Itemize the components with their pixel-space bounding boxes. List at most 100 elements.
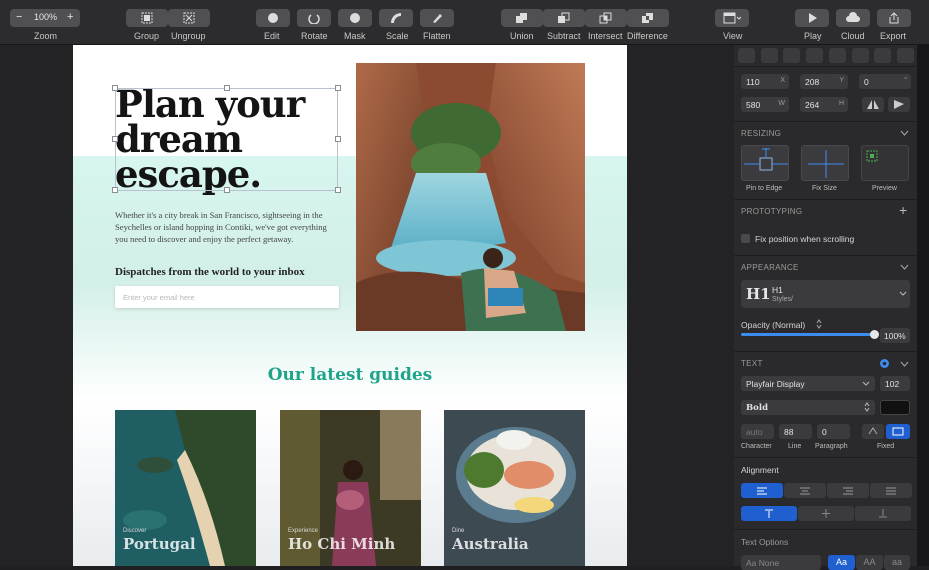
paragraph-spacing-field[interactable]: 0 xyxy=(817,424,850,439)
resize-handle[interactable] xyxy=(112,85,118,91)
mask-button[interactable] xyxy=(338,9,372,27)
case-lower-button[interactable]: aa xyxy=(884,555,910,570)
distribute-h-button[interactable] xyxy=(874,48,892,63)
height-field[interactable]: 264 H xyxy=(800,97,848,112)
decoration-select[interactable]: Aa None xyxy=(741,555,821,570)
subtract-button[interactable] xyxy=(543,9,585,27)
resize-handle[interactable] xyxy=(335,187,341,193)
chevron-down-icon[interactable] xyxy=(900,130,909,136)
pin-to-edge-label: Pin to Edge xyxy=(746,185,783,192)
font-weight-select[interactable]: Bold xyxy=(741,400,875,415)
align-text-middle-button[interactable] xyxy=(798,506,854,521)
chevron-down-icon[interactable] xyxy=(900,264,909,270)
intersect-button[interactable] xyxy=(585,9,627,27)
edit-button[interactable] xyxy=(256,9,290,27)
fixed-width-button[interactable] xyxy=(886,424,910,439)
union-button[interactable] xyxy=(501,9,543,27)
fix-size-label: Fix Size xyxy=(812,185,837,192)
paragraph-label: Paragraph xyxy=(815,443,848,450)
play-label: Play xyxy=(804,31,822,41)
align-text-left-button[interactable] xyxy=(741,483,783,498)
y-field[interactable]: 208 Y xyxy=(800,74,848,89)
hero-description[interactable]: Whether it's a city break in San Francis… xyxy=(115,209,337,245)
resize-handle[interactable] xyxy=(224,187,230,193)
align-top-button[interactable] xyxy=(806,48,824,63)
view-button[interactable] xyxy=(715,9,749,27)
hero-photo[interactable] xyxy=(356,63,585,331)
card-title: Portugal xyxy=(123,535,196,553)
union-label: Union xyxy=(510,31,534,41)
card-category: Experience xyxy=(288,528,319,534)
email-field[interactable]: Enter your email here xyxy=(115,286,339,308)
character-spacing-field[interactable]: auto xyxy=(741,424,774,439)
ungroup-button[interactable] xyxy=(168,9,210,27)
fix-scroll-checkbox[interactable] xyxy=(741,234,750,243)
align-text-center-button[interactable] xyxy=(784,483,826,498)
gear-icon[interactable] xyxy=(879,358,890,369)
guide-card[interactable]: Dine Australia xyxy=(444,410,585,566)
pin-to-edge-widget[interactable] xyxy=(741,145,789,181)
resize-handle[interactable] xyxy=(224,85,230,91)
guide-card[interactable]: Discover Portugal xyxy=(115,410,256,566)
case-none-button[interactable]: Aa xyxy=(828,555,855,570)
resize-handle[interactable] xyxy=(112,187,118,193)
export-button[interactable] xyxy=(877,9,911,27)
align-bottom-button[interactable] xyxy=(851,48,869,63)
mask-icon xyxy=(350,13,360,23)
align-text-justify-button[interactable] xyxy=(870,483,912,498)
flip-v-button[interactable] xyxy=(888,97,910,112)
resize-handle[interactable] xyxy=(112,136,118,142)
play-button[interactable] xyxy=(795,9,829,27)
selection-box[interactable] xyxy=(112,85,341,193)
scale-button[interactable] xyxy=(379,9,413,27)
vertical-alignment-group xyxy=(741,506,911,521)
cloud-button[interactable] xyxy=(836,9,870,27)
difference-button[interactable] xyxy=(627,9,669,27)
play-icon xyxy=(809,13,817,23)
opacity-slider-thumb[interactable] xyxy=(870,330,879,339)
newsletter-heading[interactable]: Dispatches from the world to your inbox xyxy=(115,266,305,278)
stepper-icon[interactable] xyxy=(816,319,822,329)
font-size-field[interactable]: 102 xyxy=(880,376,910,391)
opacity-field[interactable]: 100% xyxy=(880,328,910,343)
text-style-picker[interactable]: H1 H1 Styles/ xyxy=(741,280,910,308)
intersect-icon xyxy=(599,12,612,24)
rotate-icon xyxy=(308,14,320,24)
zoom-out-button[interactable]: − xyxy=(16,11,22,23)
rotation-field[interactable]: 0 ° xyxy=(859,74,911,89)
align-text-top-button[interactable] xyxy=(741,506,797,521)
artboard[interactable]: Plan your dream escape. Whether it's a c… xyxy=(73,45,627,566)
align-left-button[interactable] xyxy=(738,48,755,63)
guide-card[interactable]: Experience Ho Chi Minh xyxy=(280,410,421,566)
zoom-control[interactable]: − 100% + xyxy=(10,9,80,27)
auto-width-button[interactable] xyxy=(862,424,884,439)
flip-vertical-icon xyxy=(894,100,904,109)
opacity-slider[interactable] xyxy=(741,330,879,339)
align-middle-button[interactable] xyxy=(828,48,846,63)
x-field[interactable]: 110 X xyxy=(741,74,789,89)
align-right-button[interactable] xyxy=(783,48,801,63)
resize-handle[interactable] xyxy=(335,136,341,142)
zoom-in-button[interactable]: + xyxy=(67,11,73,23)
align-center-h-button[interactable] xyxy=(760,48,778,63)
width-field[interactable]: 580 W xyxy=(741,97,789,112)
flatten-button[interactable] xyxy=(420,9,454,27)
card-category: Discover xyxy=(123,528,147,534)
align-text-bottom-button[interactable] xyxy=(855,506,911,521)
flip-h-button[interactable] xyxy=(862,97,884,112)
fix-size-widget[interactable] xyxy=(801,145,849,181)
chevron-down-icon[interactable] xyxy=(900,361,909,367)
text-color-swatch[interactable] xyxy=(880,400,910,415)
guides-title[interactable]: Our latest guides xyxy=(73,365,627,385)
line-height-field[interactable]: 88 xyxy=(779,424,812,439)
add-prototyping-button[interactable]: + xyxy=(899,202,907,218)
rotate-button[interactable] xyxy=(297,9,331,27)
resizing-preview xyxy=(861,145,909,181)
group-button[interactable] xyxy=(126,9,168,27)
align-text-right-button[interactable] xyxy=(827,483,869,498)
font-family-select[interactable]: Playfair Display xyxy=(741,376,875,391)
chevron-down-icon xyxy=(899,291,907,296)
resize-handle[interactable] xyxy=(335,85,341,91)
distribute-v-button[interactable] xyxy=(896,48,914,63)
case-upper-button[interactable]: AA xyxy=(856,555,883,570)
